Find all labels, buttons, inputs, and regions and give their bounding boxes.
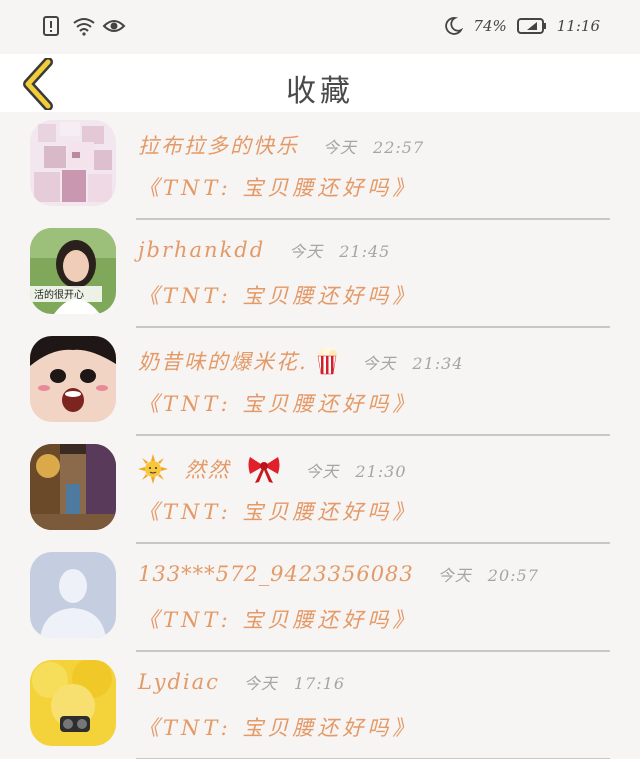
- avatar[interactable]: 活的很开心: [30, 228, 116, 314]
- page-title: 收藏: [286, 74, 354, 109]
- status-bar: 74% 11:16: [0, 0, 640, 54]
- pixelated-anime-avatar-icon: [30, 120, 116, 206]
- favorite-title[interactable]: 《TNT: 宝贝腰还好吗》: [138, 388, 417, 418]
- timestamp: 今天 17:16: [243, 674, 346, 693]
- meta-line: Lydiac 今天 17:16: [138, 670, 345, 694]
- meta-line: 奶昔味的爆米花. 今天 21:34: [138, 346, 464, 380]
- avatar[interactable]: [30, 120, 116, 206]
- user-name[interactable]: 133***572_9423356083: [138, 562, 414, 586]
- default-person-avatar-icon: [30, 552, 116, 638]
- list-item[interactable]: 133***572_9423356083 今天 20:57 《TNT: 宝贝腰还好…: [0, 544, 640, 652]
- list-item[interactable]: 活的很开心 jbrhankdd 今天 21:45 《TNT: 宝贝腰还好吗》: [0, 220, 640, 328]
- favorite-title[interactable]: 《TNT: 宝贝腰还好吗》: [138, 496, 417, 526]
- avatar[interactable]: [30, 552, 116, 638]
- moon-icon: [443, 16, 464, 36]
- favorite-title[interactable]: 《TNT: 宝贝腰还好吗》: [138, 604, 417, 634]
- favorites-list: 拉布拉多的快乐 今天 22:57 《TNT: 宝贝腰还好吗》 活的很开心 jbrh…: [0, 112, 640, 759]
- girl-photo-avatar-icon: 活的很开心: [30, 228, 116, 314]
- battery-percent: 74%: [473, 17, 507, 35]
- header: 收藏: [0, 54, 640, 112]
- avatar[interactable]: [30, 660, 116, 746]
- eye-icon: [102, 16, 126, 36]
- timestamp: 今天 21:34: [362, 354, 464, 373]
- timestamp: 今天 21:45: [289, 242, 391, 261]
- list-item[interactable]: 然然 今天 21:30 《TNT: 宝贝腰还好吗》: [0, 436, 640, 544]
- sun-icon: [138, 454, 168, 489]
- yellow-fluffy-avatar-icon: [30, 660, 116, 746]
- favorite-title[interactable]: 《TNT: 宝贝腰还好吗》: [138, 280, 417, 310]
- user-name[interactable]: 拉布拉多的快乐: [138, 130, 299, 160]
- ornate-room-avatar-icon: [30, 444, 116, 530]
- clock: 11:16: [556, 17, 600, 35]
- meta-line: 然然 今天 21:30: [138, 454, 407, 489]
- meta-line: jbrhankdd 今天 21:45: [138, 238, 390, 262]
- svg-text:活的很开心: 活的很开心: [34, 288, 84, 301]
- alert-icon: [42, 16, 62, 36]
- user-name[interactable]: jbrhankdd: [138, 238, 265, 262]
- timestamp: 今天 20:57: [437, 566, 539, 585]
- list-item[interactable]: 奶昔味的爆米花. 今天 21:34 《TNT: 宝贝腰还好吗》: [0, 328, 640, 436]
- user-name[interactable]: Lydiac: [138, 670, 220, 694]
- avatar[interactable]: [30, 444, 116, 530]
- timestamp: 今天 21:30: [305, 462, 407, 481]
- ribbon-icon: [247, 454, 281, 489]
- user-name[interactable]: 然然: [138, 454, 281, 489]
- meta-line: 133***572_9423356083 今天 20:57: [138, 562, 539, 586]
- surprised-face-avatar-icon: [30, 336, 116, 422]
- user-name[interactable]: 奶昔味的爆米花.: [138, 346, 338, 380]
- list-item[interactable]: Lydiac 今天 17:16 《TNT: 宝贝腰还好吗》: [0, 652, 640, 759]
- list-item[interactable]: 拉布拉多的快乐 今天 22:57 《TNT: 宝贝腰还好吗》: [0, 112, 640, 220]
- favorite-title[interactable]: 《TNT: 宝贝腰还好吗》: [138, 172, 417, 202]
- timestamp: 今天 22:57: [323, 138, 425, 157]
- battery-icon: [516, 16, 547, 36]
- avatar[interactable]: [30, 336, 116, 422]
- favorite-title[interactable]: 《TNT: 宝贝腰还好吗》: [138, 712, 417, 742]
- wifi-icon: [72, 16, 95, 36]
- meta-line: 拉布拉多的快乐 今天 22:57: [138, 130, 424, 160]
- popcorn-icon: [316, 347, 338, 380]
